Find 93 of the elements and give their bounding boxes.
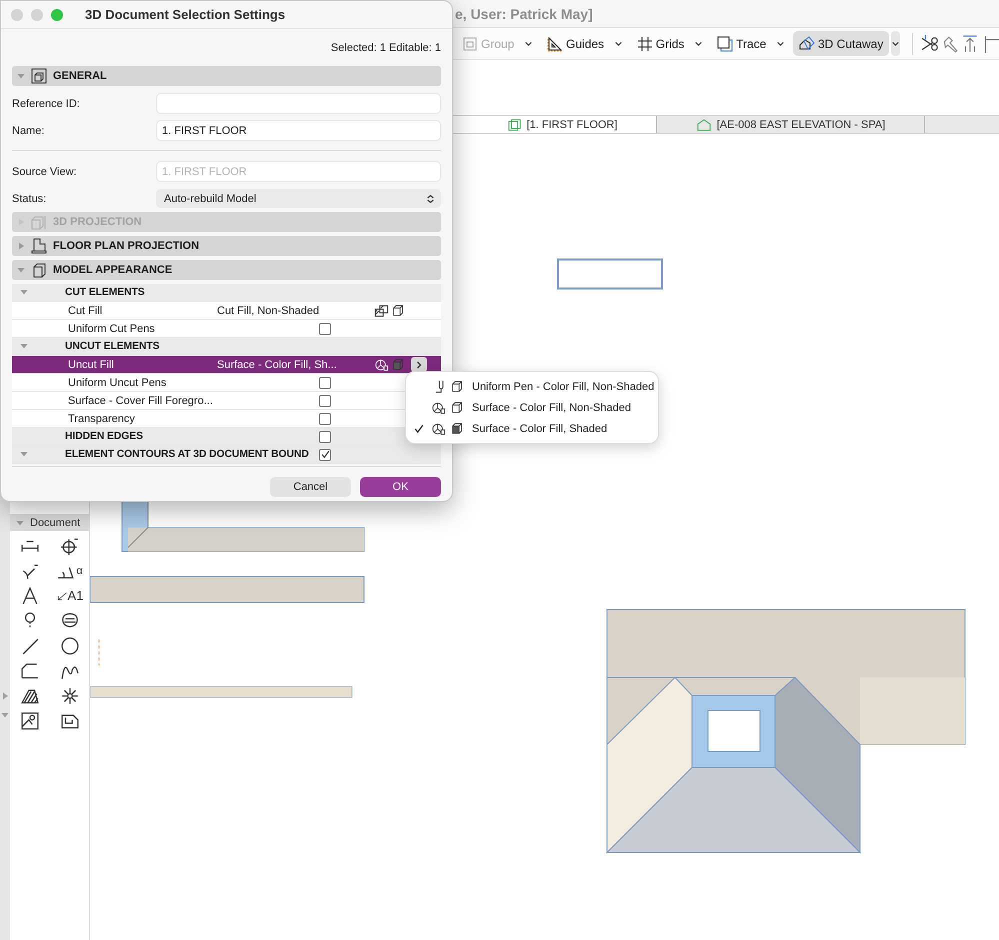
checkbox[interactable] [319, 412, 331, 424]
text-field[interactable] [156, 93, 441, 114]
line-icon [20, 636, 40, 654]
cutaway-icon [798, 36, 815, 52]
section-header[interactable]: MODEL APPEARANCE [12, 260, 441, 280]
property-label: HIDDEN EDGES [65, 431, 143, 442]
polyline-icon [20, 662, 40, 680]
text-field[interactable]: 1. FIRST FLOOR [156, 161, 441, 182]
property-label: UNCUT ELEMENTS [65, 341, 160, 352]
ok-button[interactable]: OK [360, 477, 441, 497]
window-title: e, User: Patrick May] [455, 6, 593, 22]
toolbar-button[interactable]: 3D Cutaway [792, 31, 890, 56]
menu-item-label: Uniform Pen - Color Fill, Non-Shaded [472, 380, 654, 392]
property-label: Uniform Uncut Pens [67, 376, 166, 388]
property-value: Cut Fill, Non-Shaded [217, 304, 320, 316]
menu-button[interactable] [411, 357, 427, 372]
property-label: Surface - Cover Fill Foregro... [67, 394, 213, 406]
tool-button[interactable]: α [50, 558, 90, 583]
text-field[interactable]: 1. FIRST FLOOR [156, 120, 441, 141]
chevron-down-icon[interactable] [776, 39, 786, 48]
dropdown-button[interactable] [891, 31, 900, 56]
section-header[interactable]: FLOOR PLAN PROJECTION [12, 236, 441, 256]
scissors-icon [921, 34, 939, 52]
property-row[interactable]: HIDDEN EDGES [12, 428, 441, 446]
cut-fill-icon [373, 304, 390, 318]
property-value: Surface - Color Fill, Sh... [217, 358, 337, 370]
property-row[interactable]: CUT ELEMENTS [12, 284, 441, 302]
checkbox[interactable] [319, 394, 331, 406]
toolbox-header[interactable]: Document [10, 514, 89, 531]
surface-fill-icon [373, 358, 390, 372]
floor-plan-icon [508, 118, 522, 132]
property-row[interactable]: Uniform Cut Pens [12, 320, 441, 338]
property-label: Cut Fill [67, 304, 102, 316]
selection-info: Selected: 1 Editable: 1 [330, 42, 441, 54]
dashed-mark [98, 639, 100, 666]
property-row[interactable]: Cut Fill Cut Fill, Non-Shaded [12, 302, 441, 320]
arrow-up-icon [961, 34, 979, 52]
checkbox[interactable] [319, 322, 331, 334]
checkbox[interactable] [319, 376, 331, 388]
chevron-down-icon[interactable] [524, 39, 534, 48]
group-icon [462, 36, 478, 52]
chevron-down-icon[interactable] [891, 39, 900, 48]
field-label: Source View: [12, 166, 78, 178]
chevron-right-icon [415, 360, 423, 368]
surface-fill-icon [430, 400, 447, 414]
surface-fill-icon [430, 422, 447, 436]
label-text: A1 [68, 588, 84, 603]
checkbox[interactable] [319, 430, 331, 442]
chevron-down-icon[interactable] [614, 39, 623, 48]
check-icon [414, 424, 424, 434]
document-cube-icon [31, 68, 47, 84]
property-label: ELEMENT CONTOURS AT 3D DOCUMENT BOUND [65, 449, 309, 460]
text-tool-icon [21, 586, 39, 604]
projection-cube-icon [31, 214, 47, 230]
cube-icon [31, 262, 47, 278]
toolbar-button[interactable]: Grids [630, 31, 690, 56]
asterisk-icon [60, 686, 80, 704]
toolbox-title: Document [30, 516, 80, 528]
wand-icon [941, 34, 959, 52]
status-select[interactable]: Auto-rebuild Model [156, 189, 441, 208]
floor-plan-icon [31, 238, 47, 254]
menu-item-label: Surface - Color Fill, Non-Shaded [472, 402, 631, 414]
house-elevation-icon [696, 118, 712, 132]
section-header[interactable]: GENERAL [12, 66, 441, 86]
picture-icon [20, 712, 40, 730]
check-icon [320, 450, 330, 459]
toolbar-button[interactable]: Trace [711, 31, 772, 56]
property-label: Uncut Fill [67, 358, 114, 370]
grid-icon [636, 36, 653, 52]
dialog-title: 3D Document Selection Settings [85, 7, 286, 22]
chevron-down-icon[interactable] [694, 39, 704, 48]
cancel-button[interactable]: Cancel [270, 477, 351, 497]
menu-item-label: Surface - Color Fill, Shaded [472, 422, 608, 434]
toolbar-button[interactable]: Guides [541, 31, 610, 56]
property-row[interactable]: Uncut Fill Surface - Color Fill, Sh... [12, 356, 441, 374]
property-label: Transparency [67, 412, 135, 424]
property-label: CUT ELEMENTS [65, 287, 145, 298]
fill-icon [60, 612, 80, 630]
trace-icon [717, 36, 734, 52]
property-row[interactable]: UNCUT ELEMENTS [12, 338, 441, 356]
property-label: Uniform Cut Pens [67, 322, 155, 334]
field-label: Reference ID: [12, 98, 81, 110]
circle-icon [60, 636, 80, 654]
field-label: Status: [12, 192, 48, 204]
angle-symbol: α [76, 564, 83, 576]
property-row[interactable]: ELEMENT CONTOURS AT 3D DOCUMENT BOUND [12, 446, 441, 464]
updown-icon [426, 192, 435, 204]
tool-button[interactable]: A1 [50, 583, 90, 608]
field-label: Name: [12, 124, 46, 136]
checkbox[interactable] [319, 448, 331, 460]
view-tab[interactable]: [AE-008 EAST ELEVATION - SPA] [657, 116, 925, 133]
crosshair-icon [59, 536, 81, 554]
set-square-icon [547, 36, 564, 52]
